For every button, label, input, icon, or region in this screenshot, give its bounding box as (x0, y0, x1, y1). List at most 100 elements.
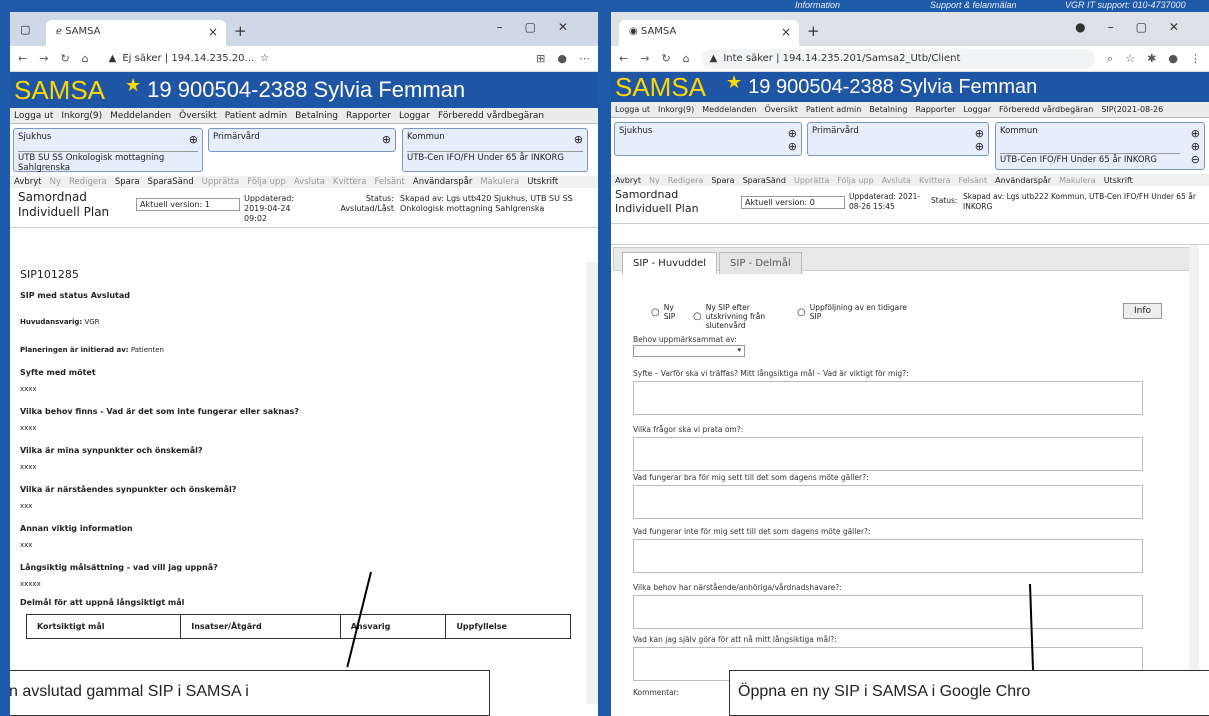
back-icon[interactable]: ← (619, 52, 628, 65)
text-field[interactable] (633, 437, 1143, 471)
menu-item[interactable]: Rapporter (346, 111, 391, 121)
menu-item[interactable]: Meddelanden (702, 105, 756, 114)
menu-item[interactable]: Betalning (869, 105, 907, 114)
action-item[interactable]: Spara (711, 176, 734, 185)
action-item[interactable]: Ny (50, 177, 61, 187)
action-item[interactable]: Upprätta (202, 177, 240, 187)
menu-item[interactable]: Logga ut (14, 111, 53, 121)
org-sjukhus[interactable]: Sjukhus ⊕ UTB SU SS Onkologisk mottagning … (13, 128, 203, 173)
action-item[interactable]: Makulera (1059, 176, 1096, 185)
action-item[interactable]: Makulera (480, 177, 519, 187)
menu-item[interactable]: Inkorg(9) (658, 105, 694, 114)
action-item[interactable]: Avsluta (882, 176, 911, 185)
action-item[interactable]: Kvittera (333, 177, 367, 187)
window-controls[interactable]: ●–▢✕ (1075, 20, 1201, 34)
more-icon[interactable]: ⋯ (579, 52, 590, 65)
menu-item[interactable]: Betalning (295, 111, 338, 121)
home-icon[interactable]: ⌂ (82, 52, 89, 65)
action-item[interactable]: Redigera (69, 177, 107, 187)
new-tab-icon[interactable]: + (234, 22, 247, 40)
radio-icon[interactable]: ○ (797, 307, 806, 318)
menu-item[interactable]: Inkorg(9) (61, 111, 102, 121)
menu-item[interactable]: Loggar (963, 105, 991, 114)
close-tab-icon[interactable]: × (781, 25, 791, 39)
star-icon[interactable]: ★ (125, 75, 141, 96)
forward-icon[interactable]: → (39, 52, 48, 65)
tab-delmal[interactable]: SIP - Delmål (719, 252, 802, 274)
home-icon[interactable]: ⌂ (683, 52, 690, 65)
scrollbar[interactable] (586, 262, 598, 704)
menu-item[interactable]: Loggar (399, 111, 430, 121)
action-item[interactable]: Avsluta (294, 177, 325, 187)
menu-item[interactable]: Patient admin (806, 105, 861, 114)
org-primarvard[interactable]: Primärvård ⊕ (208, 128, 396, 152)
text-field[interactable] (633, 539, 1143, 573)
action-item[interactable]: Följa upp (837, 176, 873, 185)
action-item[interactable]: Ny (649, 176, 660, 185)
action-item[interactable]: Felsänt (375, 177, 405, 187)
action-item[interactable]: Kvittera (919, 176, 951, 185)
menu-item[interactable]: Förberedd vårdbegäran (438, 111, 544, 121)
radio-option[interactable]: ○ Ny SIP (651, 303, 681, 321)
menu-item[interactable]: Översikt (764, 105, 797, 114)
window-controls[interactable]: –▢✕ (497, 20, 590, 34)
behov-select[interactable]: ▾ (633, 345, 745, 357)
close-tab-icon[interactable]: × (208, 25, 218, 39)
menu-item[interactable]: Logga ut (615, 105, 650, 114)
action-item[interactable]: Användarspår (995, 176, 1051, 185)
action-item[interactable]: SparaSänd (148, 177, 194, 187)
expand-icon[interactable]: ⊕ (189, 133, 198, 146)
scrollbar[interactable] (1189, 245, 1199, 716)
browser-tab[interactable]: ◉ SAMSA × (619, 20, 799, 46)
text-field[interactable] (633, 381, 1143, 415)
action-item[interactable]: Felsänt (959, 176, 988, 185)
action-item[interactable]: Avbryt (14, 177, 42, 187)
radio-option[interactable]: ○ Ny SIP efter utskrivning från slutenvår… (693, 303, 783, 330)
menu-item[interactable]: Rapporter (915, 105, 955, 114)
expand-icon[interactable]: ⊕ ⊕ (788, 127, 797, 153)
extensions-icon[interactable]: ⊞ (536, 52, 545, 65)
new-tab-icon[interactable]: + (807, 22, 820, 40)
expand-icon[interactable]: ⊕ (574, 133, 583, 146)
action-item[interactable]: Upprätta (794, 176, 829, 185)
text-field[interactable] (633, 595, 1143, 629)
profile-icon[interactable]: ● (1168, 52, 1178, 65)
radio-icon[interactable]: ○ (651, 307, 660, 318)
expand-icon[interactable]: ⊕ (382, 133, 391, 146)
action-item[interactable]: Användarspår (413, 177, 472, 187)
favorite-icon[interactable]: ☆ (260, 53, 269, 64)
text-field[interactable] (633, 485, 1143, 519)
profile-icon[interactable]: ● (557, 52, 567, 65)
action-item[interactable]: Spara (115, 177, 140, 187)
radio-option[interactable]: ○ Uppföljning av en tidigare SIP (797, 303, 907, 321)
action-item[interactable]: Redigera (668, 176, 704, 185)
menu-item[interactable]: SIP(2021-08-26 (1101, 105, 1163, 114)
version-select[interactable]: Aktuell version: 1 (136, 198, 240, 211)
refresh-icon[interactable]: ↻ (661, 52, 670, 65)
menu-item[interactable]: Meddelanden (110, 111, 171, 121)
tab-actions-icon[interactable]: ▢ (20, 23, 30, 36)
action-item[interactable]: Avbryt (615, 176, 641, 185)
zoom-icon[interactable]: ⌕ (1107, 52, 1113, 66)
expand-icon[interactable]: ⊕ ⊕ ⊖ (1191, 127, 1200, 166)
browser-tab[interactable]: ℯ SAMSA × (46, 20, 226, 46)
menu-item[interactable]: Förberedd vårdbegäran (999, 105, 1093, 114)
extensions-icon[interactable]: ✱ (1147, 52, 1156, 65)
expand-icon[interactable]: ⊕ ⊕ (975, 127, 984, 153)
radio-icon[interactable]: ○ (693, 311, 702, 322)
url-field[interactable]: ▲ Ej säker | 194.14.235.20... ☆ (101, 49, 525, 69)
action-item[interactable]: Utskrift (1104, 176, 1133, 185)
org-kommun[interactable]: Kommun ⊕ UTB-Cen IFO/FH Under 65 år INKORG (402, 128, 588, 172)
more-icon[interactable]: ⋮ (1190, 52, 1201, 65)
refresh-icon[interactable]: ↻ (60, 52, 69, 65)
forward-icon[interactable]: → (640, 52, 649, 65)
version-select[interactable]: Aktuell version: 0 (741, 196, 845, 209)
menu-item[interactable]: Översikt (179, 111, 217, 121)
tab-huvuddel[interactable]: SIP - Huvuddel (622, 252, 718, 274)
org-sjukhus[interactable]: Sjukhus ⊕ ⊕ (614, 122, 802, 156)
menu-item[interactable]: Patient admin (225, 111, 287, 121)
org-kommun[interactable]: Kommun ⊕ ⊕ ⊖ UTB-Cen IFO/FH Under 65 år INKO… (995, 122, 1205, 170)
action-item[interactable]: Följa upp (247, 177, 286, 187)
info-button[interactable]: Info (1123, 303, 1163, 319)
action-item[interactable]: Utskrift (527, 177, 558, 187)
